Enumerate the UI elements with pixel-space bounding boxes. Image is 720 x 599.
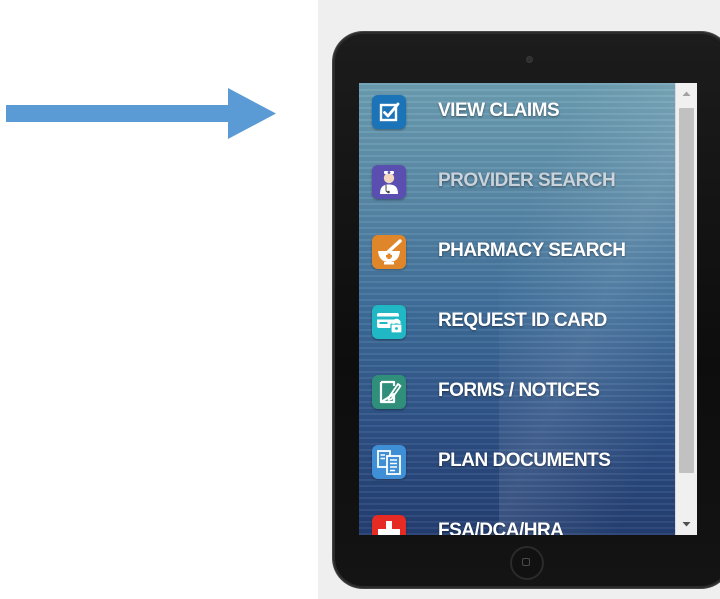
doctor-icon: [372, 165, 406, 199]
home-square-icon: [522, 558, 530, 566]
menu-item-provider-search[interactable]: PROVIDER SEARCH: [359, 153, 675, 213]
mortar-pestle-icon: [372, 235, 406, 269]
scrollbar-thumb[interactable]: [679, 108, 694, 473]
documents-icon: [372, 445, 406, 479]
menu-item-request-id-card[interactable]: REQUEST ID CARD: [359, 293, 675, 353]
form-pencil-icon: [372, 375, 406, 409]
page: VIEW CLAIMS PROVIDER SEARCH PHARMACY SEA…: [0, 0, 720, 599]
menu-item-label: PROVIDER SEARCH: [438, 170, 616, 191]
checkbox-icon: [372, 95, 406, 129]
scrollbar[interactable]: [675, 83, 697, 535]
menu-item-label: PHARMACY SEARCH: [438, 240, 626, 261]
menu-item-forms-notices[interactable]: FORMS / NOTICES: [359, 363, 675, 423]
menu-list: VIEW CLAIMS PROVIDER SEARCH PHARMACY SEA…: [359, 83, 675, 535]
menu-item-label: VIEW CLAIMS: [438, 100, 560, 121]
caret-down-icon: [682, 522, 691, 527]
menu-item-label: FSA/DCA/HRA: [438, 520, 564, 535]
menu-item-fsa-dca-hra[interactable]: FSA/DCA/HRA: [359, 503, 675, 535]
id-card-lock-icon: [372, 305, 406, 339]
menu-item-label: PLAN DOCUMENTS: [438, 450, 611, 471]
medical-cross-icon: [372, 515, 406, 535]
camera-icon: [527, 57, 532, 62]
menu-item-plan-documents[interactable]: PLAN DOCUMENTS: [359, 433, 675, 493]
scroll-up-button[interactable]: [676, 83, 697, 105]
menu-item-label: REQUEST ID CARD: [438, 310, 607, 331]
scroll-down-button[interactable]: [676, 513, 697, 535]
menu-item-label: FORMS / NOTICES: [438, 380, 600, 401]
menu-item-pharmacy-search[interactable]: PHARMACY SEARCH: [359, 223, 675, 283]
caret-up-icon: [682, 91, 691, 96]
home-button[interactable]: [510, 546, 544, 580]
right-arrow-icon: [6, 88, 276, 139]
menu-item-view-claims[interactable]: VIEW CLAIMS: [359, 83, 675, 143]
tablet-screen: VIEW CLAIMS PROVIDER SEARCH PHARMACY SEA…: [359, 83, 697, 535]
